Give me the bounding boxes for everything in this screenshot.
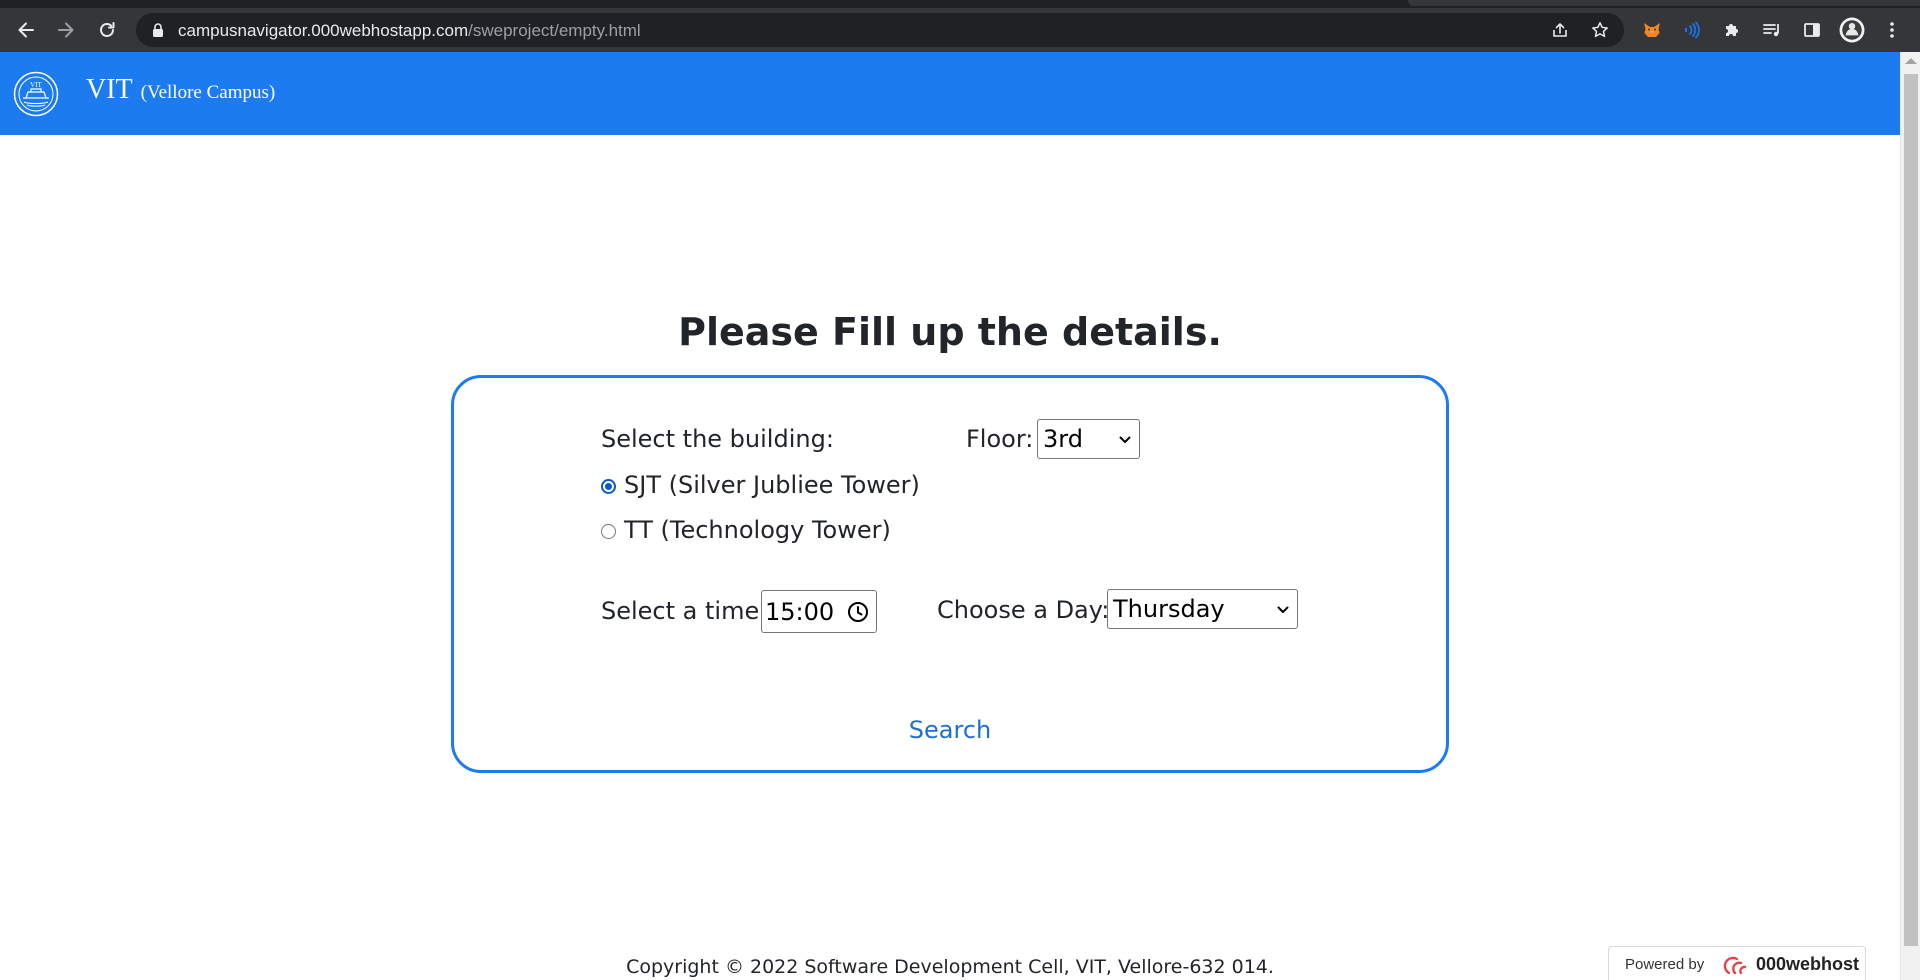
back-icon: [18, 22, 34, 38]
url-text[interactable]: campusnavigator.000webhostapp.com/swepro…: [178, 21, 641, 41]
brand-subtitle: (Vellore Campus): [140, 82, 276, 103]
powered-by-label: Powered by: [1625, 956, 1705, 973]
site-brand[interactable]: VIT (Vellore Campus): [86, 74, 275, 106]
address-bar[interactable]: campusnavigator.000webhostapp.com/swepro…: [136, 13, 1624, 47]
chrome-menu-button[interactable]: [1876, 14, 1908, 46]
000webhost-logo-icon: [1723, 956, 1747, 975]
read-aloud-extension[interactable]: [1676, 14, 1708, 46]
chevron-down-icon: [1277, 606, 1289, 613]
time-input-value: 15:00: [765, 598, 835, 626]
svg-text:VIT: VIT: [30, 81, 42, 89]
read-aloud-icon: [1685, 21, 1700, 39]
profile-avatar-icon: [1839, 17, 1865, 43]
puzzle-extensions-icon: [1726, 24, 1738, 36]
clock-icon[interactable]: [846, 600, 870, 624]
share-icon[interactable]: [1551, 21, 1569, 39]
day-select-value: Thursday: [1113, 595, 1225, 623]
forward-button[interactable]: [50, 14, 82, 46]
url-path: /sweproject/empty.html: [468, 21, 641, 40]
floor-label: Floor:: [966, 425, 1034, 453]
profile-button[interactable]: [1836, 14, 1868, 46]
search-button[interactable]: Search: [909, 716, 991, 744]
site-header: VIT VIT (Vellore Campus): [0, 52, 1900, 135]
scroll-up-arrow-icon[interactable]: [1905, 58, 1917, 64]
powered-by-name: 000webhost: [1756, 954, 1860, 974]
browser-tab-strip: [0, 0, 1920, 8]
page-scrollbar[interactable]: [1900, 52, 1920, 980]
chevron-down-icon: [1119, 436, 1131, 443]
brand-name: VIT: [86, 74, 133, 105]
media-queue-button[interactable]: [1756, 14, 1788, 46]
powered-by-badge[interactable]: Powered by 000webhost: [1608, 946, 1866, 980]
lock-icon[interactable]: [150, 22, 166, 38]
extensions-button[interactable]: [1716, 14, 1748, 46]
radio-tt[interactable]: [601, 524, 616, 539]
day-select[interactable]: Thursday: [1107, 589, 1298, 629]
browser-toolbar: campusnavigator.000webhostapp.com/swepro…: [0, 8, 1920, 52]
building-label: Select the building:: [601, 425, 834, 453]
reload-icon: [100, 22, 115, 37]
forward-icon: [58, 22, 74, 38]
scrollbar-thumb[interactable]: [1904, 74, 1918, 946]
metamask-extension[interactable]: [1636, 14, 1668, 46]
metamask-fox-icon: [1644, 23, 1660, 37]
reload-button[interactable]: [91, 14, 123, 46]
floor-select-value: 3rd: [1043, 425, 1083, 453]
floor-select[interactable]: 3rd: [1037, 419, 1140, 459]
day-label: Choose a Day:: [937, 596, 1110, 624]
search-row: Search: [0, 716, 1900, 744]
radio-sjt-label[interactable]: SJT (Silver Jubliee Tower): [624, 471, 920, 499]
vit-logo-icon[interactable]: VIT: [13, 71, 59, 117]
bookmark-star-icon[interactable]: [1591, 21, 1609, 39]
kebab-menu-icon: [1890, 22, 1894, 38]
side-panel-button[interactable]: [1796, 14, 1828, 46]
side-panel-icon: [1804, 23, 1820, 37]
time-label: Select a time:: [601, 597, 768, 625]
page-title: Please Fill up the details.: [678, 310, 1222, 354]
back-button[interactable]: [10, 14, 42, 46]
time-input[interactable]: 15:00: [761, 590, 877, 633]
radio-tt-label[interactable]: TT (Technology Tower): [624, 516, 891, 544]
media-queue-icon: [1763, 24, 1779, 37]
radio-sjt[interactable]: [601, 479, 616, 494]
url-host: campusnavigator.000webhostapp.com: [178, 21, 469, 40]
tab-strip-edge: [1408, 0, 1920, 6]
